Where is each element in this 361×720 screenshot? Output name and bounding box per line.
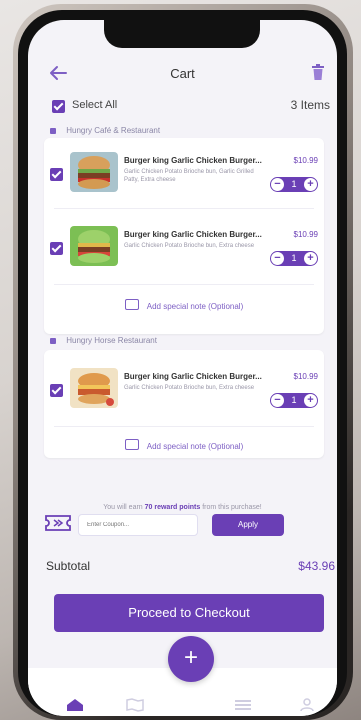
add-note-button[interactable]: Add special note (Optional) <box>44 430 324 456</box>
add-note-button[interactable]: Add special note (Optional) <box>44 290 324 316</box>
apply-coupon-button[interactable]: Apply <box>212 514 284 536</box>
item-description: Garlic Chicken Potato Brioche bun, Garli… <box>124 169 254 183</box>
list-icon[interactable] <box>234 698 252 712</box>
add-note-label: Add special note (Optional) <box>146 442 244 451</box>
proceed-to-checkout-button[interactable]: Proceed to Checkout <box>54 594 324 632</box>
quantity-stepper: − 1 + <box>270 393 318 408</box>
select-all-checkbox[interactable] <box>52 100 65 113</box>
item-checkbox[interactable] <box>50 168 63 181</box>
restaurant-icon <box>50 337 56 344</box>
phone-notch <box>104 20 260 48</box>
trash-icon[interactable] <box>311 63 325 81</box>
burger-image <box>70 368 118 408</box>
subtotal-value: $43.96 <box>298 559 335 573</box>
items-count: 3 Items <box>290 98 330 112</box>
home-icon[interactable] <box>66 698 84 712</box>
select-all-label: Select All <box>72 99 118 111</box>
item-name: Burger king Garlic Chicken Burger... <box>124 372 262 381</box>
increase-quantity-button[interactable]: + <box>304 252 317 265</box>
profile-icon[interactable] <box>298 698 316 712</box>
restaurant-header: Hungry Horse Restaurant <box>50 336 157 345</box>
select-all-row: Select All 3 Items <box>50 98 330 116</box>
divider <box>54 208 314 209</box>
subtotal-label: Subtotal <box>46 559 91 573</box>
reward-message: You will earn 70 reward points from this… <box>28 504 337 511</box>
restaurant-name: Hungry Horse Restaurant <box>66 336 157 345</box>
cart-item: Burger king Garlic Chicken Burger... $10… <box>44 142 324 204</box>
item-price: $10.99 <box>293 230 318 239</box>
item-price: $10.99 <box>293 372 318 381</box>
reward-prefix: You will earn <box>103 504 145 511</box>
item-name: Burger king Garlic Chicken Burger... <box>124 230 262 239</box>
restaurant-card: Burger king Garlic Chicken Burger... $10… <box>44 138 324 334</box>
item-name: Burger king Garlic Chicken Burger... <box>124 156 262 165</box>
burger-image <box>70 152 118 192</box>
quantity-stepper: − 1 + <box>270 177 318 192</box>
top-bar: Cart <box>28 58 337 88</box>
divider <box>54 284 314 285</box>
restaurant-icon <box>50 127 56 134</box>
restaurant-name: Hungry Café & Restaurant <box>66 126 161 135</box>
restaurant-header: Hungry Café & Restaurant <box>50 126 160 135</box>
divider <box>54 426 314 427</box>
increase-quantity-button[interactable]: + <box>304 394 317 407</box>
item-description: Garlic Chicken Potato Brioche bun, Extra… <box>124 385 255 391</box>
item-checkbox[interactable] <box>50 384 63 397</box>
cart-item: Burger king Garlic Chicken Burger... $10… <box>44 358 324 420</box>
coupon-input[interactable] <box>78 514 198 536</box>
item-price: $10.99 <box>293 156 318 165</box>
ticket-icon <box>45 515 71 531</box>
page-title: Cart <box>170 66 195 81</box>
reward-points: 70 reward points <box>144 504 201 511</box>
cart-item: Burger king Garlic Chicken Burger... $10… <box>44 216 324 278</box>
quantity-stepper: − 1 + <box>270 251 318 266</box>
map-icon[interactable] <box>126 698 144 712</box>
add-fab-button[interactable]: + <box>168 636 214 682</box>
app-screen: Cart Select All 3 Items Hungry Café & Re… <box>28 20 337 716</box>
note-icon <box>124 299 139 310</box>
add-note-label: Add special note (Optional) <box>146 302 244 311</box>
item-checkbox[interactable] <box>50 242 63 255</box>
increase-quantity-button[interactable]: + <box>304 178 317 191</box>
restaurant-card: Burger king Garlic Chicken Burger... $10… <box>44 350 324 458</box>
burger-image <box>70 226 118 266</box>
reward-suffix: from this purchase! <box>200 504 262 511</box>
note-icon <box>124 439 139 450</box>
item-description: Garlic Chicken Potato Brioche bun, Extra… <box>124 243 255 249</box>
